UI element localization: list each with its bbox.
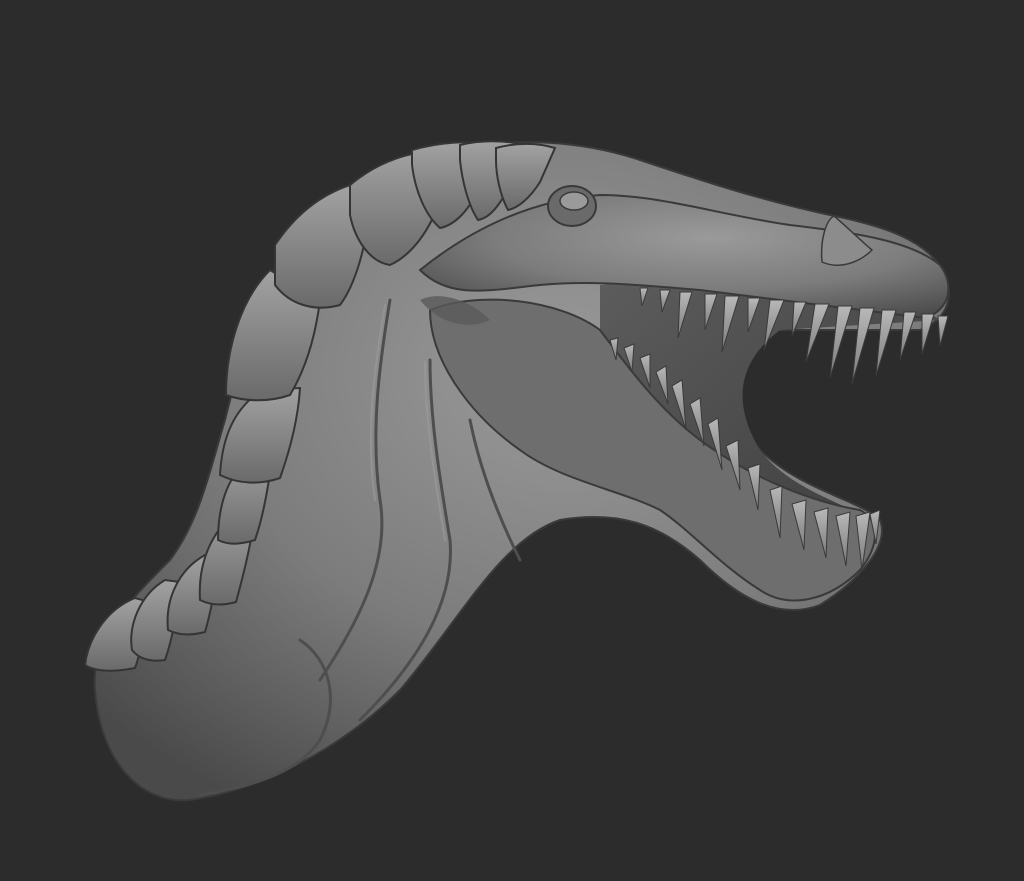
dinosaur-head-model[interactable]	[0, 0, 1024, 881]
eye	[559, 191, 589, 211]
viewport-canvas[interactable]	[0, 0, 1024, 881]
